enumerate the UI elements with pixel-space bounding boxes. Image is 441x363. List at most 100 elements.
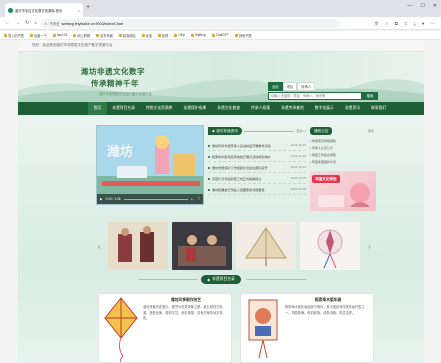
notice-column: 通知公告 更多 非遗项目申报通知传承人认定公示非遗工作会议通知年度非遗保护计划 (310, 127, 376, 167)
extensions-icon[interactable]: ⧉ (395, 20, 398, 27)
download-icon[interactable]: ⤓ (414, 20, 416, 27)
section-projects-header: ◆ 非遗项目名录 (18, 275, 424, 284)
nav-item[interactable]: 非遗资讯 (339, 102, 365, 115)
favorites-icon[interactable]: ✩ (404, 20, 408, 27)
news-header: ◆ 潍坊非遗资讯 更多>> (208, 127, 306, 135)
bookmark-label: 百度一下 (33, 33, 47, 38)
bookmarks-bar: 导入的书签 百度一下 hao123 网上购物 京东商城 精选网站 优选 影视 Ctrip MyBl… (0, 31, 441, 40)
news-column: ◆ 潍坊非遗资讯 更多>> 潍坊风筝非遗传承人走进校园开展教学活动 2024-10-… (208, 127, 306, 195)
nav-item[interactable]: 非遗文化普查 (212, 102, 246, 115)
bookmark-item[interactable]: Ctrip (174, 33, 185, 37)
gallery-image-3[interactable] (236, 222, 296, 270)
folder-icon (191, 33, 195, 37)
home-icon[interactable]: ⌂ (34, 20, 37, 27)
reload-icon[interactable]: ↻ (25, 20, 29, 27)
menu-icon[interactable]: ⋯ (431, 20, 436, 27)
divider (243, 130, 295, 132)
star-icon[interactable]: ☆ (385, 20, 389, 27)
search-input[interactable] (268, 92, 362, 100)
main-content: 潍坊 ▶ 0:00 / 1:36 🔈 ⛶ ◆ 潍坊非遗资讯 更多>> 潍坊风筝非… (18, 115, 424, 363)
tab-bar: 潍坊市非遗文化数字资源库-首页 × + — ☐ ✕ (0, 0, 441, 17)
section-title-text: 非遗项目名录 (212, 277, 235, 281)
bookmark-item[interactable]: 导入的书签 (4, 33, 24, 38)
site-logo[interactable]: 潍坊非遗文化数字 传承精神千年 潍坊市非物质文化遗产数字资源平台 (81, 66, 191, 96)
minimize-icon[interactable]: — (407, 3, 412, 9)
search-button[interactable]: 搜索 (362, 92, 378, 100)
video-controls: ▶ 0:00 / 1:36 🔈 ⛶ (97, 194, 203, 204)
bookmark-item[interactable]: MyBlog (191, 33, 206, 37)
bookmark-item[interactable]: 优选 (141, 33, 152, 38)
gallery-prev-icon[interactable]: ‹ (98, 242, 101, 251)
notice-item[interactable]: 非遗项目申报通知 (310, 139, 376, 146)
notice-item[interactable]: 传承人认定公示 (310, 146, 376, 153)
news-item-date: 2024-09-28 (290, 187, 306, 191)
nav-item[interactable]: 非遗项目名录 (107, 102, 141, 115)
bookmark-item[interactable]: 网上购物 (73, 33, 90, 38)
news-item[interactable]: 潍坊核雕技艺作品入选国家级非遗展览 2024-09-28 (208, 184, 306, 195)
gallery-next-icon[interactable]: › (368, 242, 371, 251)
nav-buttons: ← → ↻ ⌂ (5, 20, 37, 27)
bookmark-label: ChatGPT (215, 33, 229, 37)
fullscreen-icon[interactable]: ⛶ (198, 197, 200, 201)
nav-item[interactable]: 数字化展示 (309, 102, 339, 115)
bookmark-label: 其他书签 (239, 33, 252, 38)
folder-icon (157, 33, 161, 37)
profile-icon[interactable]: ● (422, 20, 425, 27)
bookmark-item[interactable]: ChatGPT (211, 33, 229, 37)
gallery-image-4[interactable] (300, 222, 360, 270)
folder-icon (4, 33, 7, 37)
news-item[interactable]: 潍坊风筝非遗传承人走进校园开展教学活动 2024-10-25 (208, 140, 306, 151)
news-item-title: 潍坊风筝非遗传承人走进校园开展教学活动 (208, 143, 276, 148)
bookmark-item[interactable]: 影视 (157, 33, 168, 38)
bookmark-item[interactable]: hao123 (52, 33, 67, 37)
nav-item[interactable]: 联系我们 (365, 102, 391, 115)
bookmark-item[interactable]: 百度一下 (29, 33, 47, 38)
notice-item[interactable]: 年度非遗保护计划 (310, 160, 376, 167)
play-icon[interactable]: ▶ (100, 197, 102, 201)
news-more-link[interactable]: 更多>> (296, 129, 306, 133)
close-window-icon[interactable]: ✕ (433, 3, 437, 9)
news-item[interactable]: 高密扑灰年画非遗工坊正式揭牌成立 2024-10-05 (208, 173, 306, 184)
new-tab-icon[interactable]: + (86, 4, 90, 12)
browser-toolbar: 文 ☆ ⧉ ✩ ⤓ ● ⋯ (374, 20, 435, 27)
notice-item[interactable]: 非遗工作会议通知 (310, 153, 376, 160)
web-page: 您好，欢迎来到潍坊市非物质文化遗产数字资源平台 潍坊非遗文化数字 传承精神千年 … (18, 40, 424, 363)
video-player[interactable]: 潍坊 ▶ 0:00 / 1:36 🔈 ⛶ (96, 125, 204, 205)
nav-item[interactable]: 非遗传承基地 (276, 102, 310, 115)
address-bar-row: ← → ↻ ⌂ ⚠ 不安全 weifang.feiyibaike.cn:9003… (0, 17, 441, 30)
news-item[interactable]: 杨家埠木版年画传统技艺展示活动成功举办 2024-10-18 (208, 151, 306, 162)
window-controls: — ☐ ✕ (407, 3, 437, 9)
bookmark-item[interactable]: 京东商城 (96, 33, 113, 38)
news-item-title: 高密扑灰年画非遗工坊正式揭牌成立 (208, 176, 276, 181)
nav-item[interactable]: 传承人档案 (246, 102, 276, 115)
close-tab-icon[interactable]: × (78, 8, 80, 13)
gallery-image-1[interactable] (108, 222, 168, 270)
promo-banner[interactable]: 非遗文化特色 (310, 171, 376, 211)
bookmark-item[interactable]: 精选网站 (118, 33, 136, 38)
project-card-1[interactable]: 潍坊风筝制作技艺 潍坊风筝历史悠久，被誉为世界风筝之都，其扎制技艺精湛，造型优美… (98, 293, 232, 363)
bookmark-label: MyBlog (195, 33, 206, 37)
search-tab-all[interactable]: 全站 (268, 82, 283, 91)
nav-item[interactable]: 传统文化资源库 (140, 102, 178, 115)
maximize-icon[interactable]: ☐ (420, 3, 424, 9)
nav-item[interactable]: 首页 (88, 102, 107, 115)
gallery-image-2[interactable] (172, 222, 232, 270)
forward-icon[interactable]: → (15, 20, 20, 27)
notice-more-link[interactable]: 更多 (368, 129, 374, 133)
card-title: 潍坊风筝制作技艺 (170, 298, 202, 302)
volume-icon[interactable]: 🔈 (191, 197, 195, 201)
security-label: 不安全 (49, 22, 60, 26)
search-tab-inheritor[interactable]: 传承人 (297, 82, 316, 91)
browser-window: 潍坊市非遗文化数字资源库-首页 × + — ☐ ✕ ← → ↻ ⌂ ⚠ 不安全 … (0, 0, 441, 363)
browser-tab[interactable]: 潍坊市非遗文化数字资源库-首页 × (5, 3, 83, 17)
url-field[interactable]: ⚠ 不安全 weifang.feiyibaike.cn:9003/index/C… (40, 19, 340, 28)
bookmark-item[interactable]: 其他书签 (235, 33, 252, 38)
search-tab-project[interactable]: 项目 (282, 82, 298, 91)
search-panel: 全站 项目 传承人 搜索 (268, 82, 378, 100)
video-progress-bar[interactable] (123, 198, 188, 200)
project-card-2[interactable]: 杨家埠木版年画 杨家埠木版年画起源于明代，是中国民间传统年画代表之一，构图饱满，… (240, 293, 374, 363)
back-icon[interactable]: ← (5, 20, 10, 27)
translate-icon[interactable]: 文 (374, 20, 379, 27)
nav-item[interactable]: 非遗保护成果 (178, 102, 212, 115)
news-item[interactable]: 潍坊非遗保护工作经验交流会议顺利召开 2024-10-12 (208, 162, 306, 173)
